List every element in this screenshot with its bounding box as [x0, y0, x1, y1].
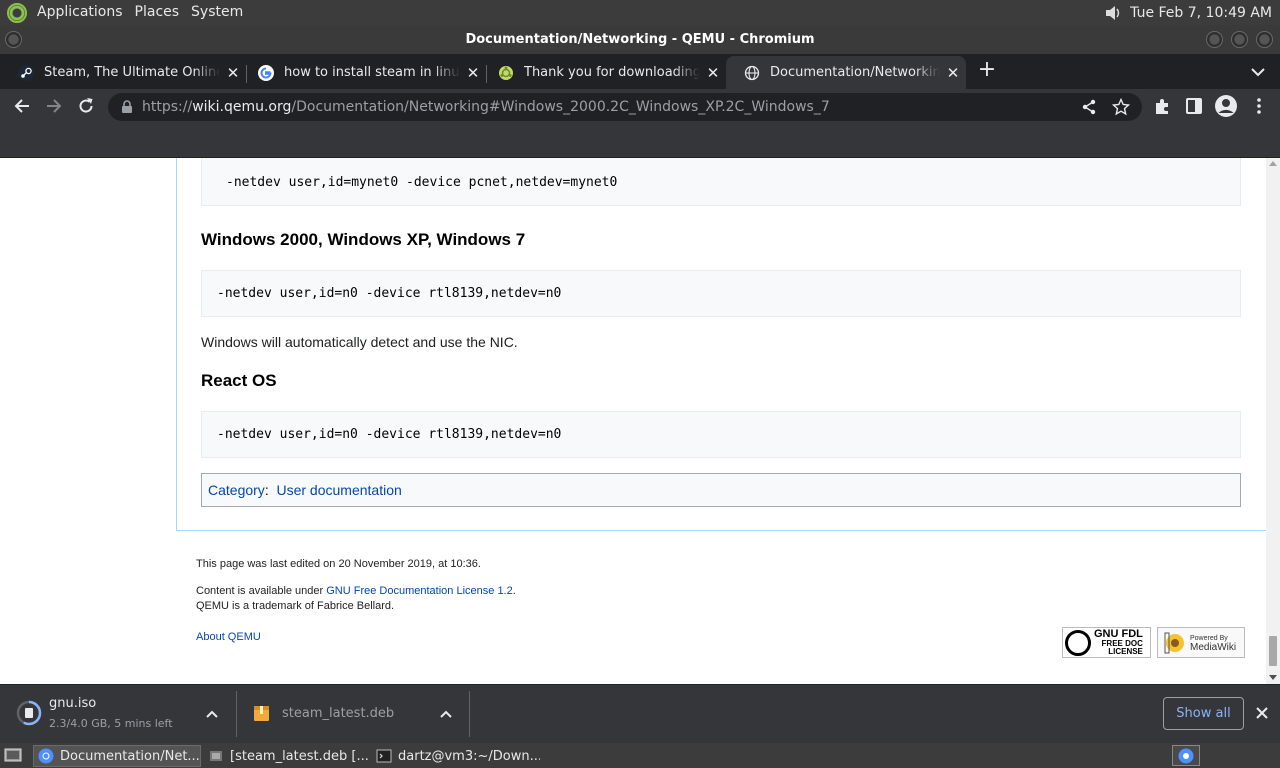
taskbar-item-terminal[interactable]: dartz@vm3:~/Down...	[372, 745, 540, 767]
steam-icon	[18, 64, 34, 81]
volume-icon[interactable]	[1104, 4, 1122, 22]
bookmark-star-icon[interactable]	[1112, 98, 1130, 116]
package-file-icon	[254, 706, 269, 721]
footer-about: About QEMU	[196, 631, 261, 643]
about-qemu-link[interactable]: About QEMU	[196, 631, 261, 643]
download-item-steam-deb[interactable]: steam_latest.deb	[237, 685, 469, 743]
system-menu[interactable]: System	[185, 0, 249, 25]
chromium-icon	[38, 748, 54, 764]
url-host: wiki.qemu.org	[192, 99, 292, 115]
workspace-switcher[interactable]	[1172, 745, 1200, 766]
close-tab-icon[interactable]: ✕	[700, 64, 726, 82]
package-installer-icon	[210, 751, 222, 761]
code-text: -netdev user,id=n0 -device rtl8139,netde…	[217, 427, 562, 442]
download-item-gnu-iso[interactable]: gnu.iso 2.3/4.0 GB, 5 mins left	[0, 685, 236, 743]
taskbar-item-package-installer[interactable]: [steam_latest.deb [...	[204, 745, 370, 767]
window-menu-button[interactable]	[5, 31, 22, 48]
gfdl-badge[interactable]: GNU FDL FREE DOC LICENSE	[1062, 627, 1151, 658]
reload-icon[interactable]	[76, 96, 96, 116]
back-arrow-icon[interactable]	[12, 96, 32, 116]
download-status: 2.3/4.0 GB, 5 mins left	[49, 717, 173, 730]
side-panel-icon[interactable]	[1184, 96, 1204, 116]
web-page: -netdev user,id=mynet0 -device pcnet,net…	[0, 158, 1266, 684]
close-icon[interactable]	[1254, 705, 1270, 721]
gfdl-logo-icon	[1065, 629, 1091, 656]
globe-icon	[744, 65, 760, 80]
close-tab-icon[interactable]: ✕	[940, 64, 966, 82]
show-all-downloads-button[interactable]: Show all	[1163, 697, 1244, 730]
browser-toolbar: https://wiki.qemu.org/Documentation/Netw…	[0, 89, 1280, 124]
category-label-link[interactable]: Category	[208, 482, 265, 498]
terminal-icon	[376, 749, 392, 763]
new-tab-button[interactable]: +	[976, 59, 998, 82]
footer-last-edited: This page was last edited on 20 November…	[196, 558, 481, 570]
scroll-down-arrow-icon[interactable]	[1269, 675, 1277, 680]
code-block-windows: -netdev user,id=n0 -device rtl8139,netde…	[201, 270, 1241, 317]
scroll-thumb[interactable]	[1269, 636, 1277, 666]
heading-windows: Windows 2000, Windows XP, Windows 7	[201, 230, 526, 249]
chromium-icon	[1178, 748, 1194, 764]
address-bar[interactable]: https://wiki.qemu.org/Documentation/Netw…	[108, 93, 1142, 121]
close-window-button[interactable]	[1256, 31, 1273, 48]
chevron-up-icon[interactable]	[439, 707, 453, 721]
window-titlebar[interactable]: Documentation/Networking - QEMU - Chromi…	[0, 25, 1280, 54]
code-text: -netdev user,id=n0 -device rtl8139,netde…	[217, 286, 562, 301]
category-links: Category: User documentation	[201, 473, 1241, 507]
tab-search-chevron-icon[interactable]	[1248, 62, 1268, 82]
mediawiki-sunflower-icon	[1164, 632, 1184, 653]
ubuntu-icon	[499, 65, 513, 80]
tab-title: Documentation/Networking - QEMU	[770, 65, 940, 80]
applications-menu[interactable]: Applications	[31, 0, 129, 25]
tab-google-search[interactable]: how to install steam in linux - Google S…	[240, 56, 486, 89]
bottom-taskbar: Documentation/Net... [steam_latest.deb […	[0, 743, 1280, 768]
task-label: Documentation/Net...	[60, 748, 200, 764]
tab-title: Steam, The Ultimate Online Game Platform	[44, 65, 220, 80]
tab-ubuntu[interactable]: Thank you for downloading Ubuntu ✕	[480, 56, 726, 89]
download-filename: gnu.iso	[49, 696, 97, 711]
footer-trademark: QEMU is a trademark of Fabrice Bellard.	[196, 600, 395, 612]
taskbar-item-chromium[interactable]: Documentation/Net...	[33, 745, 201, 767]
top-panel: Applications Places System Tue Feb 7, 10…	[0, 0, 1280, 25]
maximize-button[interactable]	[1231, 31, 1248, 48]
code-block-reactos: -netdev user,id=n0 -device rtl8139,netde…	[201, 411, 1241, 458]
page-scrollbar[interactable]	[1266, 158, 1280, 684]
show-desktop-icon[interactable]	[4, 747, 22, 764]
bookmarks-bar	[0, 124, 1280, 158]
download-shelf: gnu.iso 2.3/4.0 GB, 5 mins left steam_la…	[0, 684, 1280, 743]
kebab-menu-icon[interactable]	[1249, 96, 1269, 116]
paragraph-windows: Windows will automatically detect and us…	[201, 334, 518, 350]
code-block-pcnet: -netdev user,id=mynet0 -device pcnet,net…	[201, 158, 1241, 206]
places-menu[interactable]: Places	[129, 0, 186, 25]
footer-license: Content is available under GNU Free Docu…	[196, 585, 516, 597]
panel-clock[interactable]: Tue Feb 7, 10:49 AM	[1130, 5, 1272, 21]
url-scheme: https://	[142, 99, 193, 115]
powered-by-mediawiki-badge[interactable]: Powered By MediaWiki	[1157, 627, 1245, 658]
task-label: dartz@vm3:~/Down...	[398, 748, 540, 764]
google-icon	[258, 64, 274, 81]
category-user-documentation-link[interactable]: User documentation	[276, 482, 401, 498]
download-filename: steam_latest.deb	[282, 706, 395, 721]
tab-steam[interactable]: Steam, The Ultimate Online Game Platform…	[0, 56, 246, 89]
distro-logo-icon[interactable]	[7, 2, 27, 23]
scroll-up-arrow-icon[interactable]	[1269, 161, 1277, 166]
tab-qemu-networking[interactable]: Documentation/Networking - QEMU ✕	[726, 56, 966, 89]
extensions-puzzle-icon[interactable]	[1152, 96, 1172, 116]
license-link[interactable]: GNU Free Documentation License 1.2	[326, 585, 512, 597]
tab-title: how to install steam in linux - Google S…	[284, 65, 460, 80]
forward-arrow-icon[interactable]	[44, 96, 64, 116]
lock-icon[interactable]	[120, 100, 134, 114]
heading-reactos: React OS	[201, 371, 277, 390]
window-title: Documentation/Networking - QEMU - Chromi…	[465, 32, 815, 47]
code-text: -netdev user,id=mynet0 -device pcnet,net…	[226, 174, 618, 190]
task-label: [steam_latest.deb [...	[230, 748, 369, 764]
profile-avatar-icon[interactable]	[1214, 94, 1238, 118]
tab-title: Thank you for downloading Ubuntu	[524, 65, 700, 80]
chevron-up-icon[interactable]	[205, 707, 219, 721]
download-progress-ring-icon	[16, 700, 42, 726]
share-icon[interactable]	[1080, 98, 1098, 116]
download-separator	[469, 691, 470, 737]
tab-strip: Steam, The Ultimate Online Game Platform…	[0, 54, 1280, 89]
minimize-button[interactable]	[1206, 31, 1223, 48]
url-path: /Documentation/Networking#Windows_2000.2…	[291, 99, 830, 115]
